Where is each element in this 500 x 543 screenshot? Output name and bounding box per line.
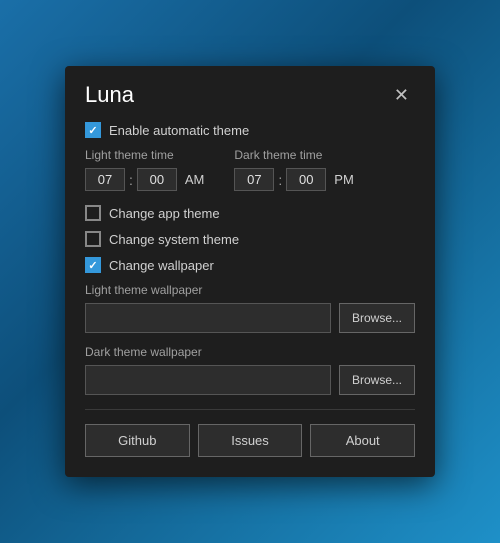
light-time-inputs: : AM [85,168,204,191]
dark-minute-input[interactable] [286,168,326,191]
auto-theme-label: Enable automatic theme [109,123,249,138]
change-system-theme-checkbox[interactable] [85,231,101,247]
auto-theme-checkbox[interactable] [85,122,101,138]
change-app-theme-label: Change app theme [109,206,220,221]
light-time-separator: : [129,172,133,188]
light-time-label: Light theme time [85,148,204,162]
light-wallpaper-input[interactable] [85,303,331,333]
change-wallpaper-row: Change wallpaper [85,257,415,273]
light-time-group: Light theme time : AM [85,148,204,191]
dark-time-label: Dark theme time [234,148,353,162]
dark-wallpaper-section: Dark theme wallpaper Browse... [85,345,415,395]
light-minute-input[interactable] [137,168,177,191]
auto-theme-row: Enable automatic theme [85,122,415,138]
luna-dialog: Luna ✕ Enable automatic theme Light them… [65,66,435,477]
dark-wallpaper-input[interactable] [85,365,331,395]
dark-wallpaper-label: Dark theme wallpaper [85,345,415,359]
dark-time-group: Dark theme time : PM [234,148,353,191]
light-wallpaper-label: Light theme wallpaper [85,283,415,297]
time-section: Light theme time : AM Dark theme time : … [85,148,415,191]
change-wallpaper-checkbox[interactable] [85,257,101,273]
dialog-title: Luna [85,82,134,108]
issues-button[interactable]: Issues [198,424,303,457]
about-button[interactable]: About [310,424,415,457]
close-button[interactable]: ✕ [388,84,415,106]
light-hour-input[interactable] [85,168,125,191]
dark-wallpaper-input-row: Browse... [85,365,415,395]
dark-time-inputs: : PM [234,168,353,191]
change-system-theme-label: Change system theme [109,232,239,247]
dark-ampm: PM [334,172,354,187]
dark-browse-button[interactable]: Browse... [339,365,415,395]
light-browse-button[interactable]: Browse... [339,303,415,333]
light-wallpaper-input-row: Browse... [85,303,415,333]
light-ampm: AM [185,172,205,187]
github-button[interactable]: Github [85,424,190,457]
dark-hour-input[interactable] [234,168,274,191]
change-system-theme-row: Change system theme [85,231,415,247]
change-wallpaper-label: Change wallpaper [109,258,214,273]
change-app-theme-checkbox[interactable] [85,205,101,221]
dark-time-separator: : [278,172,282,188]
footer-divider [85,409,415,410]
dialog-header: Luna ✕ [85,82,415,108]
light-wallpaper-section: Light theme wallpaper Browse... [85,283,415,333]
change-app-theme-row: Change app theme [85,205,415,221]
footer-buttons: Github Issues About [85,424,415,457]
